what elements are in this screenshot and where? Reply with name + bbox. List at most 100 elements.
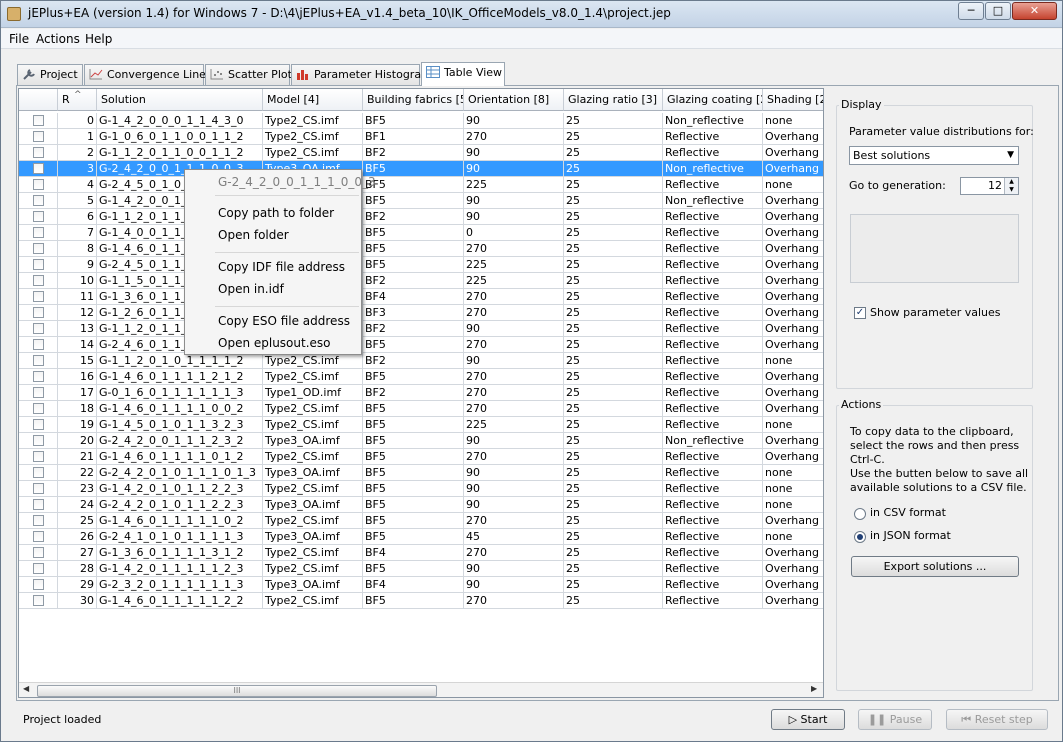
table-cell[interactable]: G-1_4_6_0_1_1_1_1_0_1_2: [97, 449, 263, 465]
table-cell[interactable]: Type2_CS.imf: [263, 369, 363, 385]
table-cell[interactable]: 25: [564, 465, 663, 481]
table-cell[interactable]: 270: [464, 369, 564, 385]
table-cell[interactable]: 90: [464, 561, 564, 577]
table-cell[interactable]: 270: [464, 513, 564, 529]
table-cell[interactable]: Type2_CS.imf: [263, 417, 363, 433]
table-cell[interactable]: Type2_CS.imf: [263, 353, 363, 369]
table-cell[interactable]: none: [763, 417, 823, 433]
table-cell[interactable]: G-2_4_2_0_0_1_1_1_2_3_2: [97, 433, 263, 449]
table-cell[interactable]: 8: [58, 241, 97, 257]
table-cell[interactable]: 13: [58, 321, 97, 337]
table-cell[interactable]: Reflective: [663, 465, 763, 481]
open-eso-item[interactable]: Open eplusout.eso: [218, 336, 331, 350]
table-cell[interactable]: Type3_OA.imf: [263, 465, 363, 481]
table-row[interactable]: 3G-2_4_2_0_0_1_1_1_0_0_3Type3_OA.imfBF59…: [19, 161, 823, 177]
table-cell[interactable]: 270: [464, 449, 564, 465]
table-row[interactable]: 17 G-0_1_6_0_1_1_1_1_1_1_3 Type1_OD.imf BF2…: [19, 385, 823, 401]
table-cell[interactable]: Overhang: [763, 593, 823, 609]
table-cell[interactable]: 90: [464, 481, 564, 497]
row-checkbox[interactable]: [33, 163, 44, 174]
table-cell[interactable]: 20: [58, 433, 97, 449]
table-cell[interactable]: none: [763, 177, 823, 193]
table-cell[interactable]: G-1_1_2_0_1_0_1_1_1_1_2: [97, 353, 263, 369]
row-checkbox[interactable]: [33, 307, 44, 318]
table-row[interactable]: 26 G-2_4_1_0_1_0_1_1_1_1_3 Type3_OA.imf BF5…: [19, 529, 823, 545]
table-cell[interactable]: Overhang: [763, 209, 823, 225]
table-cell[interactable]: G-1_4_6_0_1_1_1_1_0_0_2: [97, 401, 263, 417]
table-cell[interactable]: BF5: [363, 369, 464, 385]
table-cell[interactable]: 25: [564, 193, 663, 209]
close-button[interactable]: ✕: [1012, 2, 1057, 20]
table-cell[interactable]: 25: [564, 577, 663, 593]
open-idf-item[interactable]: Open in.idf: [218, 282, 284, 296]
table-cell[interactable]: BF5: [363, 433, 464, 449]
table-cell[interactable]: Reflective: [663, 321, 763, 337]
table-cell[interactable]: Type3_OA.imf: [263, 577, 363, 593]
table-cell[interactable]: 225: [464, 257, 564, 273]
table-cell[interactable]: 90: [464, 113, 564, 129]
table-cell[interactable]: 25: [564, 337, 663, 353]
menu-file[interactable]: File: [7, 31, 31, 47]
table-cell[interactable]: 270: [464, 241, 564, 257]
table-row[interactable]: 2 G-1_1_2_0_1_1_0_0_1_1_2 Type2_CS.imf BF2 9…: [19, 145, 823, 161]
table-cell[interactable]: Type1_OD.imf: [263, 385, 363, 401]
column-header[interactable]: Glazing ratio [3]: [564, 89, 663, 111]
table-row[interactable]: 1 G-1_0_6_0_1_1_0_0_1_1_2 Type2_CS.imf BF1 2…: [19, 129, 823, 145]
table-cell[interactable]: BF1: [363, 129, 464, 145]
horizontal-scrollbar[interactable]: ◀ III ▶: [19, 682, 823, 697]
table-cell[interactable]: BF2: [363, 353, 464, 369]
table-cell[interactable]: Reflective: [663, 385, 763, 401]
table-cell[interactable]: Overhang: [763, 577, 823, 593]
table-cell[interactable]: 26: [58, 529, 97, 545]
table-cell[interactable]: BF5: [363, 593, 464, 609]
json-format-radio[interactable]: [854, 531, 866, 543]
row-checkbox[interactable]: [33, 387, 44, 398]
table-row[interactable]: 16 G-1_4_6_0_1_1_1_1_2_1_2 Type2_CS.imf BF5…: [19, 369, 823, 385]
table-cell[interactable]: 25: [564, 209, 663, 225]
table-cell[interactable]: 90: [464, 353, 564, 369]
table-cell[interactable]: BF2: [363, 209, 464, 225]
table-row[interactable]: 18 G-1_4_6_0_1_1_1_1_0_0_2 Type2_CS.imf BF5…: [19, 401, 823, 417]
table-cell[interactable]: Type3_OA.imf: [263, 529, 363, 545]
table-row[interactable]: 0 G-1_4_2_0_0_0_1_1_4_3_0 Type2_CS.imf BF5 9…: [19, 113, 823, 129]
table-cell[interactable]: 90: [464, 433, 564, 449]
table-cell[interactable]: Overhang: [763, 305, 823, 321]
table-cell[interactable]: 25: [564, 273, 663, 289]
table-cell[interactable]: 270: [464, 305, 564, 321]
row-checkbox[interactable]: [33, 275, 44, 286]
table-cell[interactable]: Type2_CS.imf: [263, 545, 363, 561]
table-cell[interactable]: 25: [564, 321, 663, 337]
table-cell[interactable]: 270: [464, 337, 564, 353]
table-cell[interactable]: 25: [564, 113, 663, 129]
row-checkbox[interactable]: [33, 115, 44, 126]
table-cell[interactable]: G-1_3_6_0_1_1_1_1_3_1_2: [97, 545, 263, 561]
table-cell[interactable]: none: [763, 497, 823, 513]
table-cell[interactable]: 14: [58, 337, 97, 353]
table-cell[interactable]: BF5: [363, 257, 464, 273]
table-row[interactable]: 8 G-1_4_6_0_1_1_ BF5 270 25 Reflective Overhan…: [19, 241, 823, 257]
table-cell[interactable]: 30: [58, 593, 97, 609]
table-cell[interactable]: Overhang: [763, 433, 823, 449]
table-cell[interactable]: G-1_4_5_0_1_0_1_1_3_2_3: [97, 417, 263, 433]
table-cell[interactable]: 25: [564, 385, 663, 401]
table-row[interactable]: 22 G-2_4_2_0_1_0_1_1_1_0_1_3 Type3_OA.imf B…: [19, 465, 823, 481]
table-cell[interactable]: Reflective: [663, 497, 763, 513]
table-cell[interactable]: 16: [58, 369, 97, 385]
scroll-right-icon[interactable]: ▶: [811, 684, 817, 693]
row-checkbox[interactable]: [33, 403, 44, 414]
table-cell[interactable]: Reflective: [663, 337, 763, 353]
row-checkbox[interactable]: [33, 563, 44, 574]
copy-idf-address-item[interactable]: Copy IDF file address: [218, 260, 345, 274]
table-cell[interactable]: 25: [564, 369, 663, 385]
table-cell[interactable]: 1: [58, 129, 97, 145]
tab-table-view[interactable]: Table View: [421, 62, 505, 86]
table-cell[interactable]: 90: [464, 209, 564, 225]
table-cell[interactable]: Overhang: [763, 369, 823, 385]
start-button[interactable]: ▷ Start: [771, 709, 845, 730]
table-cell[interactable]: 25: [564, 129, 663, 145]
table-cell[interactable]: G-0_1_6_0_1_1_1_1_1_1_3: [97, 385, 263, 401]
table-cell[interactable]: 90: [464, 465, 564, 481]
table-cell[interactable]: BF5: [363, 513, 464, 529]
table-cell[interactable]: Reflective: [663, 353, 763, 369]
table-row[interactable]: 27 G-1_3_6_0_1_1_1_1_3_1_2 Type2_CS.imf BF4…: [19, 545, 823, 561]
